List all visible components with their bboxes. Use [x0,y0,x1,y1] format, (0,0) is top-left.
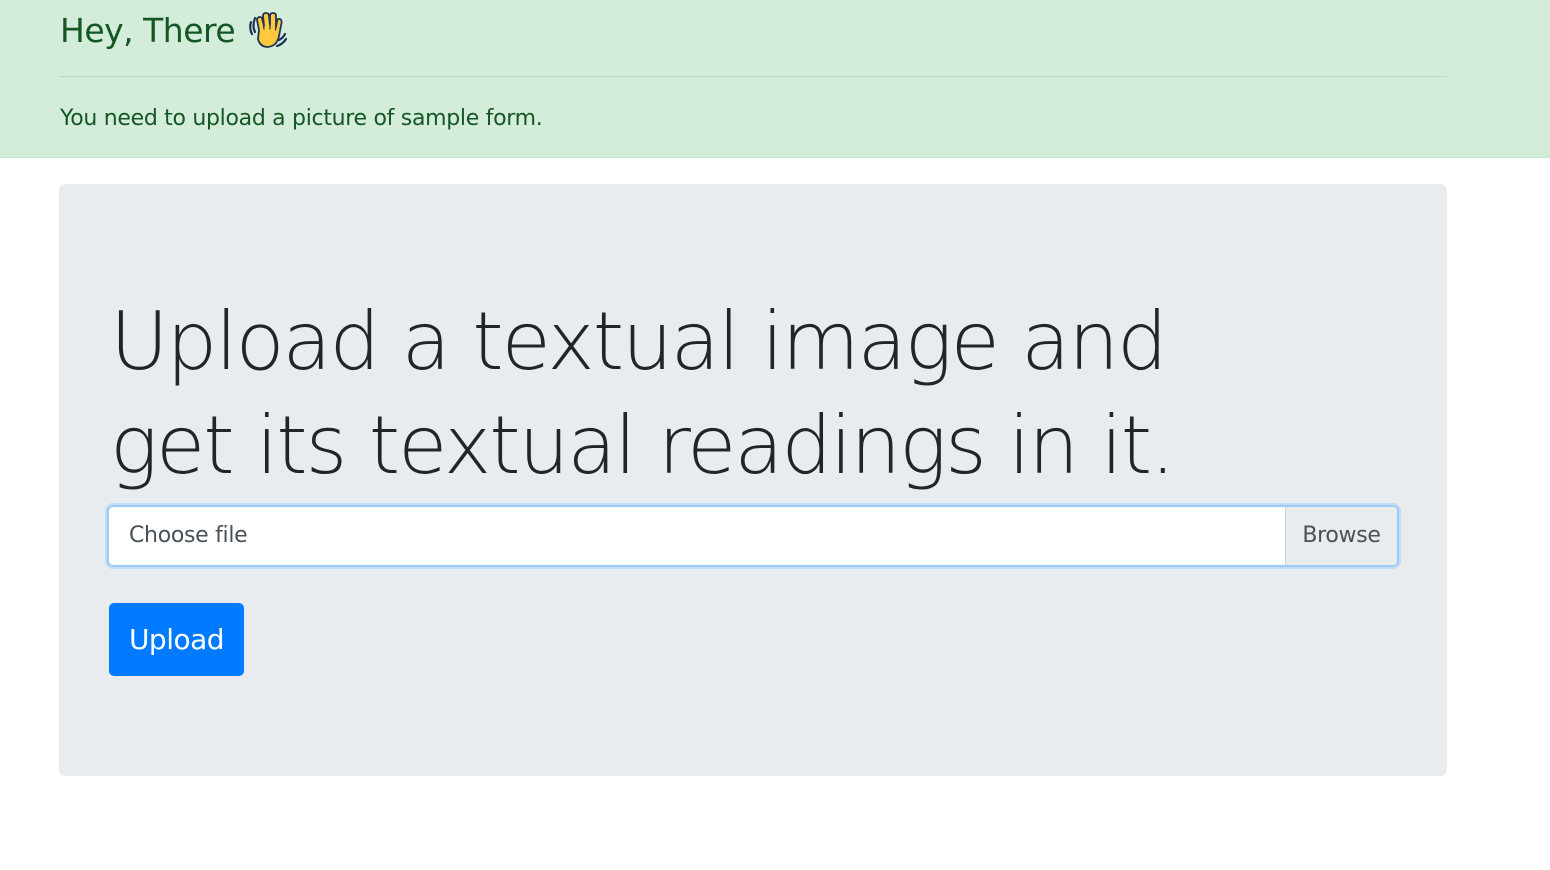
browse-button[interactable]: Browse [1285,507,1397,565]
upload-button[interactable]: Upload [109,603,244,676]
file-input-label[interactable]: Choose file [129,507,248,565]
alert-divider [60,76,1447,77]
waving-hand-icon [245,8,289,52]
file-input[interactable]: Choose file Browse [107,505,1399,567]
success-alert: Hey, There You need to upload a picture … [0,0,1550,158]
alert-heading-text: Hey, There [60,10,236,50]
page-title: Upload a textual image and get its textu… [110,295,1176,492]
alert-heading: Hey, There [60,8,289,52]
alert-message: You need to upload a picture of sample f… [60,106,543,131]
